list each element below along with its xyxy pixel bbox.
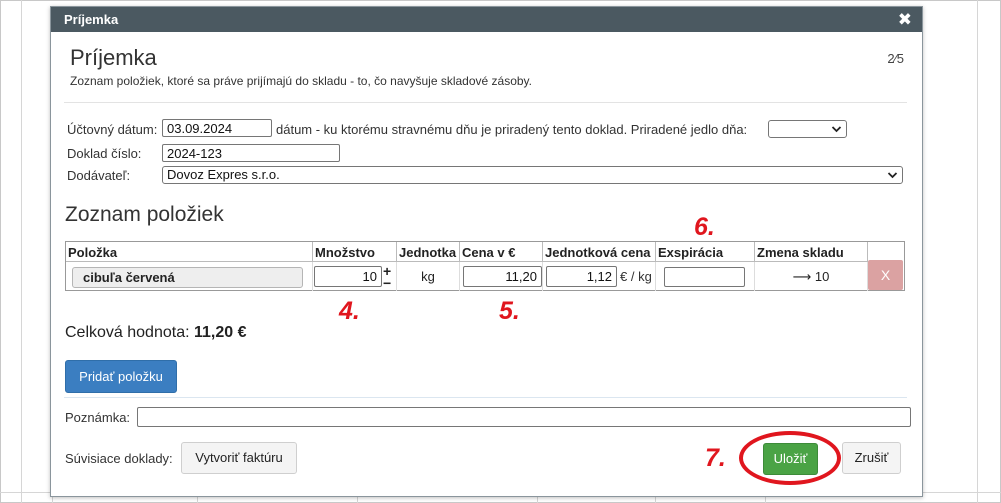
column-header-item: Položka — [66, 242, 313, 262]
table-cell-unit: kg — [397, 262, 460, 291]
receipt-dialog: Príjemka ✖ Príjemka Zoznam položiek, kto… — [50, 6, 923, 497]
stock-change-value: ⟶ 10 — [792, 269, 830, 284]
table-cell-stock-change: ⟶ 10 — [755, 262, 868, 291]
supplier-select[interactable]: Dovoz Expres s.r.o. — [162, 166, 903, 184]
remove-row-button[interactable]: X — [868, 260, 903, 290]
column-header-price: Cena v € — [460, 242, 543, 262]
table-cell-item: cibuľa červená — [66, 262, 313, 291]
items-table: Položka Množstvo Jednotka Cena v € Jedno… — [65, 241, 905, 291]
table-cell-expiration — [656, 262, 755, 291]
table-cell-price — [460, 262, 543, 291]
date-label: Účtovný dátum: — [67, 122, 158, 137]
price-field[interactable] — [463, 266, 542, 287]
page-subtitle: Zoznam položiek, ktoré sa práve prijímaj… — [70, 74, 532, 88]
divider — [64, 397, 907, 398]
total-amount: 11,20 € — [193, 324, 247, 341]
dialog-title: Príjemka — [64, 12, 119, 27]
supplier-label: Dodávateľ: — [67, 168, 131, 183]
page-title: Príjemka — [70, 45, 157, 70]
date-field[interactable] — [162, 119, 272, 137]
step-indicator: 2⁄5 — [887, 51, 904, 66]
meal-select[interactable] — [768, 120, 847, 138]
add-item-button[interactable]: Pridať položku — [65, 360, 177, 393]
table-cell-unit-price: € / kg — [543, 262, 656, 291]
unit-price-suffix: € / kg — [620, 269, 652, 284]
doc-number-field[interactable] — [162, 144, 340, 162]
divider — [64, 102, 907, 103]
note-field[interactable] — [137, 407, 911, 427]
column-header-expiration: Exspirácia — [656, 242, 755, 262]
save-button[interactable]: Uložiť — [763, 443, 818, 475]
unit-value: kg — [421, 269, 435, 284]
column-header-stock-change: Zmena skladu — [755, 242, 868, 262]
total-label: Celková hodnota: — [65, 324, 190, 341]
related-docs-label: Súvisiace doklady: — [65, 451, 173, 466]
annotation-step-5: 5. — [499, 297, 520, 325]
column-header-unit: Jednotka — [397, 242, 460, 262]
quantity-field[interactable] — [314, 266, 382, 287]
create-invoice-button[interactable]: Vytvoriť faktúru — [181, 442, 297, 474]
column-header-unit-price: Jednotková cena — [543, 242, 656, 262]
annotation-step-6: 6. — [694, 213, 715, 241]
note-label: Poznámka: — [65, 410, 131, 425]
quantity-decrease-button[interactable]: − — [383, 276, 391, 290]
supplier-select-value: Dovoz Expres s.r.o. — [167, 167, 280, 182]
annotation-step-4: 4. — [339, 297, 360, 325]
items-heading: Zoznam položiek — [65, 203, 224, 226]
total-value-row: Celková hodnota: 11,20 € — [65, 324, 246, 342]
dialog-titlebar: Príjemka ✖ — [51, 7, 922, 32]
item-name-field[interactable]: cibuľa červená — [72, 267, 303, 288]
expiration-field[interactable] — [664, 267, 745, 287]
background-divider — [977, 0, 978, 503]
unit-price-field[interactable] — [546, 266, 617, 287]
chevron-down-icon — [887, 167, 898, 188]
background-divider — [21, 0, 22, 503]
doc-number-label: Doklad číslo: — [67, 146, 142, 161]
chevron-down-icon — [831, 121, 842, 142]
cancel-button[interactable]: Zrušiť — [842, 442, 901, 474]
annotation-step-7: 7. — [705, 444, 726, 472]
table-cell-quantity: + − — [313, 262, 397, 291]
date-hint: dátum - ku ktorému stravnému dňu je prir… — [276, 122, 748, 137]
column-header-quantity: Množstvo — [313, 242, 397, 262]
close-icon[interactable]: ✖ — [898, 10, 912, 30]
